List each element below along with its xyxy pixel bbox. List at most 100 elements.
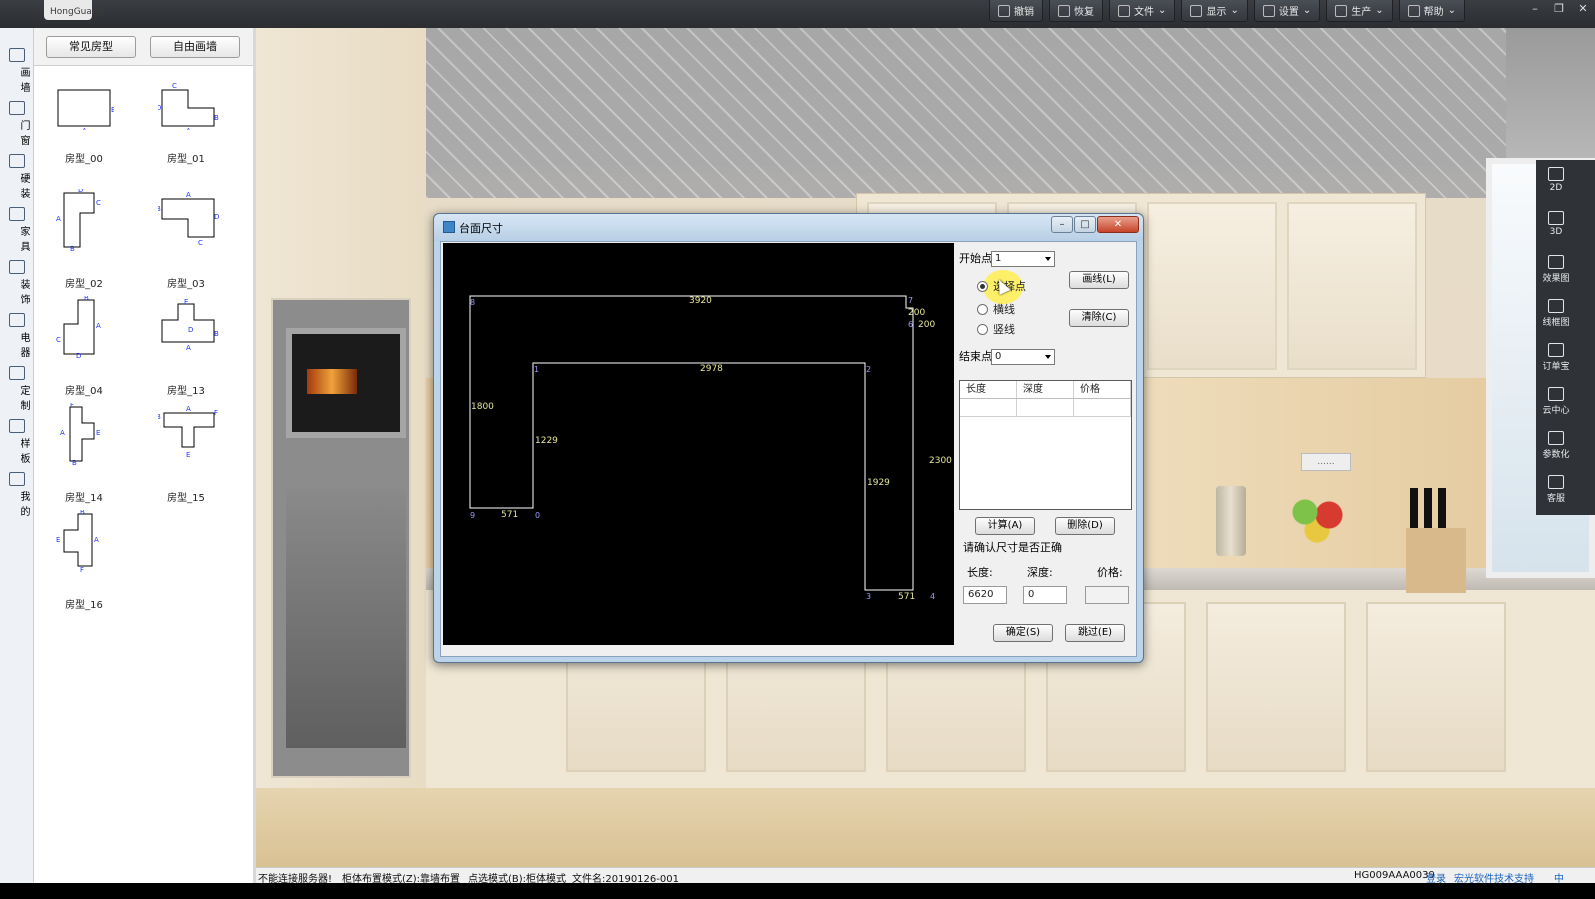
rail-item-wireframe[interactable]: 线框图 [1536, 292, 1595, 336]
display-menu[interactable]: 显示 ⌄ [1181, 0, 1248, 22]
table-row[interactable] [960, 399, 1131, 417]
room-item-01[interactable]: CDBA 房型_01 [146, 76, 226, 171]
knife [1438, 488, 1446, 533]
end-point-label: 结束点 [959, 350, 992, 363]
close-icon[interactable]: ✕ [1571, 0, 1595, 18]
help-menu[interactable]: 帮助 ⌄ [1398, 0, 1465, 22]
2d-icon [1548, 167, 1564, 181]
shape-canvas[interactable]: 8 7 6 1 2 9 0 3 4 3920 200 200 2978 1800… [443, 243, 954, 645]
rail-item-orders[interactable]: 订单宝 [1536, 336, 1595, 380]
dialog-maximize-button[interactable]: □ [1074, 216, 1096, 233]
settings-menu[interactable]: 设置 ⌄ [1253, 0, 1321, 22]
rail-item-appliances[interactable]: 电器 [0, 301, 34, 359]
room-item-02[interactable]: DCAB 房型_02 [44, 183, 124, 290]
upper-cabinet-door [1287, 202, 1417, 370]
svg-text:B: B [158, 413, 161, 421]
camera-icon [1548, 255, 1564, 269]
room-item-13[interactable]: EBAD 房型_13 [146, 290, 226, 397]
rail-item-furniture[interactable]: 家具 [0, 195, 34, 253]
room-item-14[interactable]: FEAB 房型_14 [44, 397, 124, 504]
tab-common-rooms[interactable]: 常见房型 [46, 36, 136, 58]
glass-jar [1216, 486, 1246, 556]
gear-icon [1262, 4, 1275, 17]
user-icon [9, 472, 25, 486]
room-item-03[interactable]: ABDC 房型_03 [146, 183, 226, 290]
undo-button[interactable]: 撤销 [989, 0, 1044, 22]
chevron-down-icon: ⌄ [1158, 5, 1167, 16]
rail-item-draw-wall[interactable]: 画墙 [0, 36, 34, 94]
rail-item-template[interactable]: 样板 [0, 407, 34, 465]
clear-button[interactable]: 清除(C) [1069, 309, 1129, 327]
redo-icon [1058, 4, 1071, 17]
price-field[interactable] [1085, 586, 1129, 604]
dialog-side-panel: 开始点 1 选择点 横线 竖线 画线(L) 清除(C) 结束点 0 长度 深度 … [955, 242, 1136, 656]
rail-item-render[interactable]: 效果图 [1536, 248, 1595, 292]
column-header-depth: 深度 [1017, 381, 1074, 398]
file-menu[interactable]: 文件 ⌄ [1109, 0, 1176, 22]
room-item-16[interactable]: BAEF 房型_16 [44, 504, 124, 611]
point-label: 7 [908, 296, 913, 305]
svg-text:C: C [56, 336, 61, 344]
dimension-label: 2978 [700, 364, 723, 374]
tab-free-draw[interactable]: 自由画墙 [150, 36, 240, 58]
room-04-icon: B A C D [56, 296, 101, 358]
svg-text:C: C [172, 82, 177, 90]
rail-item-3d[interactable]: 3D [1536, 204, 1595, 248]
svg-text:A: A [186, 405, 191, 413]
dialog-minimize-button[interactable]: – [1051, 216, 1073, 233]
length-label: 长度: [967, 566, 993, 579]
svg-text:B: B [80, 510, 85, 516]
steam-oven [286, 488, 406, 748]
depth-field[interactable]: 0 [1023, 586, 1067, 604]
svg-text:C: C [96, 199, 101, 207]
pencil-icon [9, 48, 25, 62]
svg-text:A: A [56, 215, 61, 223]
radio-horizontal-line[interactable]: 横线 [977, 302, 1015, 316]
svg-text:F: F [214, 409, 218, 417]
redo-button[interactable]: 恢复 [1049, 0, 1104, 22]
length-field[interactable]: 6620 [963, 586, 1007, 604]
skip-button[interactable]: 跳过(E) [1065, 624, 1125, 642]
chevron-down-icon: ⌄ [1447, 5, 1456, 16]
room-00-icon: BA [57, 89, 114, 130]
segment-table[interactable]: 长度 深度 价格 [959, 380, 1132, 510]
dialog-title-bar[interactable]: 台面尺寸 – □ ✕ [434, 214, 1143, 241]
production-menu[interactable]: 生产 ⌄ [1326, 0, 1393, 22]
rail-item-parametric[interactable]: 参数化 [1536, 424, 1595, 468]
chevron-down-icon: ⌄ [1230, 5, 1239, 16]
dimension-label: 1800 [471, 402, 494, 412]
radio-vertical-line[interactable]: 竖线 [977, 322, 1015, 336]
svg-text:E: E [184, 298, 188, 306]
rail-item-2d[interactable]: 2D [1536, 160, 1595, 204]
calculate-button[interactable]: 计算(A) [975, 517, 1035, 535]
maximize-icon[interactable]: ❐ [1547, 0, 1571, 18]
rail-item-doors-windows[interactable]: 门窗 [0, 89, 34, 147]
wireframe-icon [1548, 299, 1564, 313]
dialog-close-button[interactable]: ✕ [1097, 216, 1139, 233]
dimension-label: 1929 [867, 478, 890, 488]
svg-text:E: E [186, 451, 190, 459]
rail-item-cloud[interactable]: 云中心 [1536, 380, 1595, 424]
price-label: 价格: [1097, 566, 1123, 579]
undo-icon [998, 4, 1011, 17]
dimension-label: 2300 [929, 456, 952, 466]
svg-text:F: F [70, 403, 74, 409]
rail-item-support[interactable]: 客服 [1536, 468, 1595, 512]
3d-icon [1548, 211, 1564, 225]
end-point-select[interactable]: 0 [991, 349, 1055, 365]
rail-item-mine[interactable]: 我的 [0, 460, 34, 518]
draw-line-button[interactable]: 画线(L) [1069, 271, 1129, 289]
room-item-04[interactable]: BACD 房型_04 [44, 290, 124, 397]
svg-text:C: C [198, 239, 203, 245]
rail-item-decoration[interactable]: 装饰 [0, 248, 34, 306]
rail-item-hard-decor[interactable]: 硬装 [0, 142, 34, 200]
room-item-00[interactable]: BA 房型_00 [44, 76, 124, 171]
delete-button[interactable]: 删除(D) [1055, 517, 1115, 535]
start-point-select[interactable]: 1 [991, 251, 1055, 267]
minimize-icon[interactable]: – [1523, 0, 1547, 18]
rail-item-custom[interactable]: 定制 [0, 354, 34, 412]
ok-button[interactable]: 确定(S) [993, 624, 1053, 642]
point-label: 9 [470, 511, 475, 520]
room-item-15[interactable]: AFBE 房型_15 [146, 397, 226, 504]
lower-cabinet-door [1206, 602, 1346, 772]
